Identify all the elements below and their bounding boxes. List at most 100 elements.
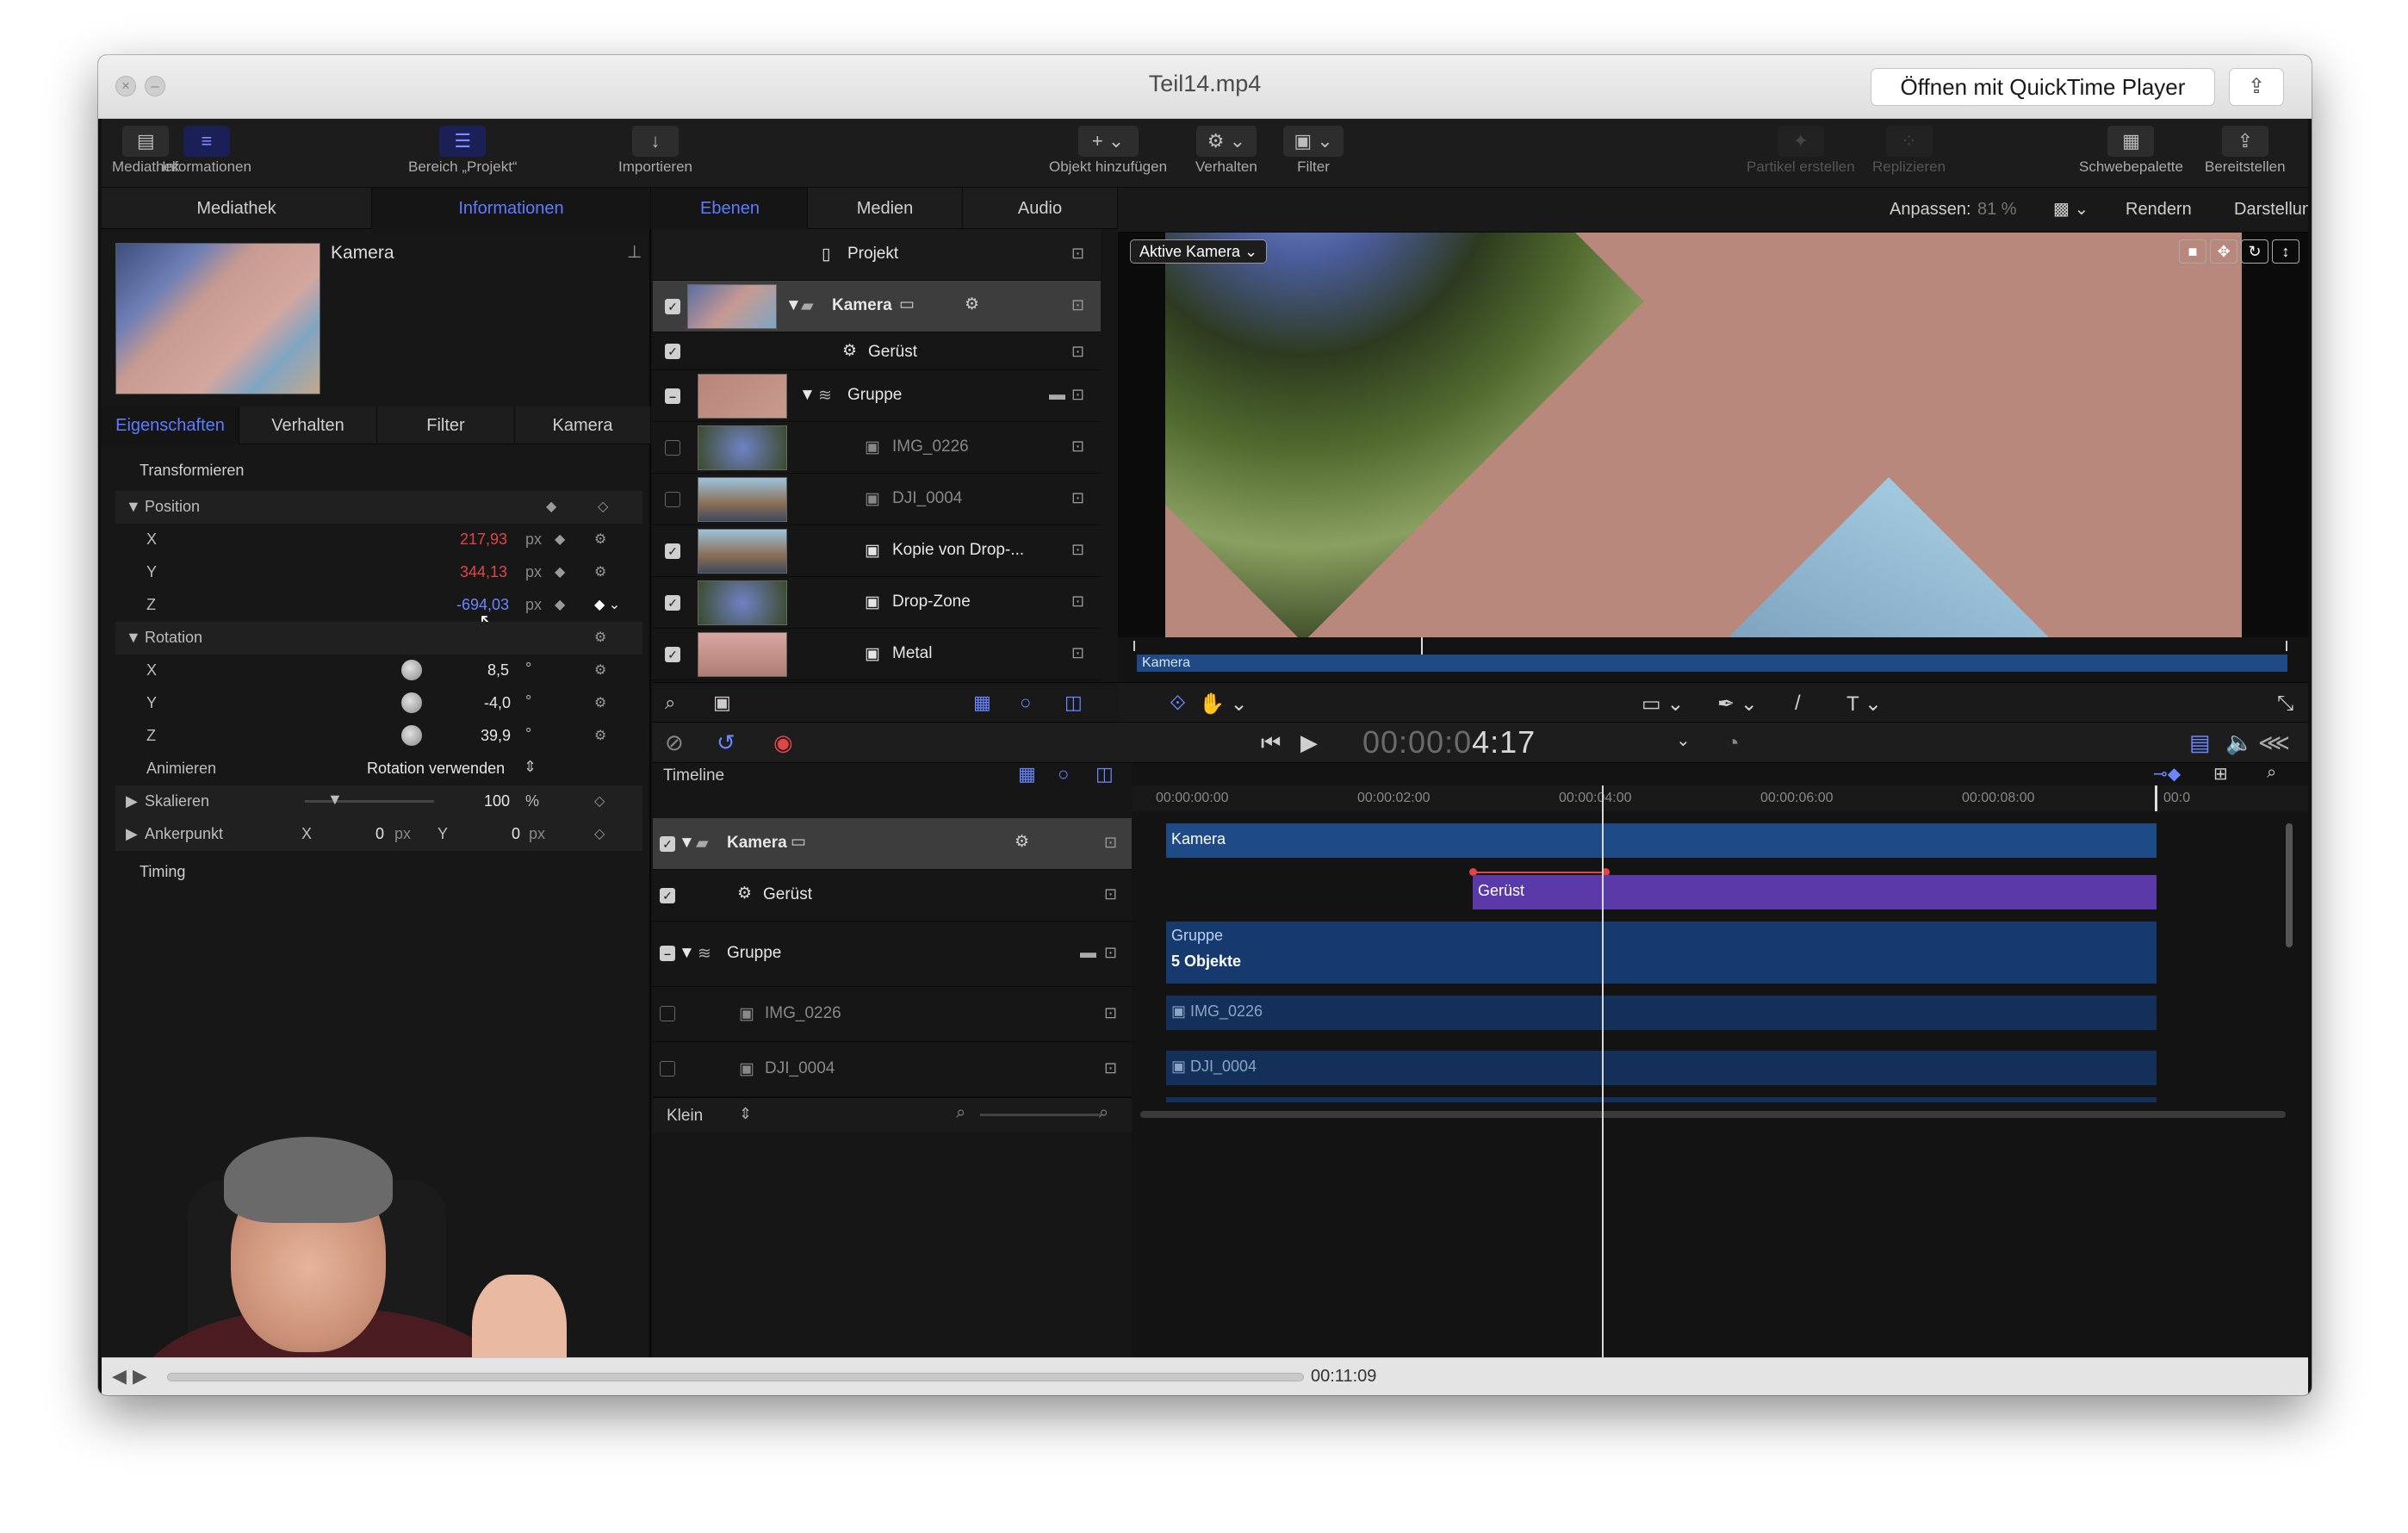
disclosure-open-icon[interactable]: ▼ — [785, 296, 802, 315]
hand-tool-icon[interactable]: ✋ ⌄ — [1199, 692, 1248, 717]
import-button[interactable]: ↓ Importieren — [618, 126, 692, 176]
disclosure-open-icon[interactable]: ▼ — [679, 944, 695, 963]
view-menu[interactable]: Darstellung — [2234, 200, 2308, 220]
snapping-icon[interactable]: ◔ — [1726, 729, 1740, 756]
vertical-scrollbar[interactable] — [2286, 823, 2293, 947]
rotation-dial[interactable] — [401, 725, 422, 746]
disclosure-open-icon[interactable]: ▼ — [126, 498, 141, 516]
inspector-toggle-button[interactable]: ≡ Informationen — [162, 126, 251, 176]
mini-playhead[interactable] — [1421, 637, 1423, 655]
reset-icon[interactable]: ◇ — [594, 825, 605, 842]
disclosure-closed-icon[interactable]: ▶ — [126, 825, 138, 843]
record-icon[interactable]: ◉ — [773, 729, 793, 756]
fullscreen-icon[interactable]: ⤡ — [2277, 692, 2293, 716]
rotation-dial[interactable] — [401, 660, 422, 680]
layer-enable-checkbox[interactable]: ✓ — [665, 299, 680, 314]
reset-icon[interactable]: ⚙ — [594, 563, 606, 580]
zoom-icon[interactable]: ⌕ — [2267, 763, 2276, 783]
reset-icon[interactable]: ⚙ — [594, 531, 606, 548]
lock-icon[interactable]: ⊡ — [1071, 541, 1084, 559]
make-particles-button[interactable]: ✦ Partikel erstellen — [1747, 126, 1855, 176]
volume-icon[interactable]: ◀ — [112, 1365, 127, 1387]
layer-enable-checkbox[interactable] — [660, 1061, 675, 1077]
reset-icon[interactable]: ◇ — [594, 792, 605, 810]
keyframe-icon[interactable]: ◆ — [555, 531, 565, 548]
timeline-playhead[interactable] — [1602, 785, 1604, 1357]
show-behaviors-icon[interactable]: ○ — [1020, 692, 1031, 714]
keyframe-nav-icon[interactable]: ◆ — [546, 498, 556, 515]
behaviors-button[interactable]: ⚙ ⌄ Verhalten — [1195, 126, 1257, 176]
tab-properties[interactable]: Eigenschaften — [102, 407, 239, 444]
mini-clip-kamera[interactable]: Kamera — [1137, 655, 2287, 672]
lock-icon[interactable]: ⊡ — [1071, 343, 1084, 361]
timecode-display[interactable]: 00:00:04:17 — [1362, 724, 1536, 760]
timeline-clip-dji0004[interactable]: ▣ DJI_0004 — [1166, 1051, 2157, 1085]
lock-icon[interactable]: ⊡ — [1071, 386, 1084, 404]
color-channels-icon[interactable]: ▩ ⌄ — [2053, 198, 2088, 220]
mute-icon[interactable]: ⊘ — [665, 729, 684, 756]
slider-thumb-icon[interactable]: ▼ — [327, 791, 343, 809]
lock-icon[interactable]: ⊡ — [1071, 296, 1084, 314]
layer-enable-checkbox[interactable]: ✓ — [665, 595, 680, 611]
hud-button[interactable]: ▦ Schwebepalette — [2079, 126, 2183, 176]
layer-enable-checkbox[interactable] — [660, 1006, 675, 1021]
rot-y-value[interactable]: -4,0 — [484, 694, 511, 712]
scale-slider-track[interactable] — [305, 800, 434, 803]
show-effects-icon[interactable]: ▦ — [1018, 763, 1036, 785]
timeline-layout-icon[interactable]: ▤ — [2189, 729, 2211, 756]
horizontal-scrollbar[interactable] — [1140, 1111, 2286, 1118]
position-row[interactable]: ▼ Position ◆ ◇ — [115, 491, 642, 524]
lock-icon[interactable]: ⊡ — [1071, 593, 1084, 611]
timeline-row-img0226[interactable]: ▣ IMG_0226 ⊡ — [653, 987, 1132, 1042]
pan-icon[interactable]: ✥ — [2210, 239, 2237, 264]
tab-audio[interactable]: Audio — [963, 188, 1118, 229]
layer-row-dji0004[interactable]: ▣ DJI_0004 ⊡ — [653, 474, 1101, 525]
layer-enable-checkbox[interactable]: ✓ — [660, 888, 675, 903]
zoom-slider[interactable] — [980, 1114, 1101, 1116]
show-behaviors-icon[interactable]: ○ — [1058, 763, 1069, 785]
layer-row-kamera[interactable]: ✓ ▼ ▰ Kamera ▭ ⚙ ⊡ — [653, 281, 1101, 332]
behavior-gear-icon[interactable]: ⚙ — [1015, 832, 1029, 852]
show-masks-icon[interactable]: ◫ — [1064, 692, 1083, 714]
pos-x-value[interactable]: 217,93 — [460, 531, 507, 549]
tab-behaviors[interactable]: Verhalten — [239, 407, 377, 444]
row-size-menu[interactable]: Klein — [667, 1107, 703, 1126]
reset-icon[interactable]: ⚙ — [594, 629, 606, 646]
reset-icon[interactable]: ⚙ — [594, 727, 606, 744]
timeline-clip-img0226[interactable]: ▣ IMG_0226 — [1166, 996, 2157, 1030]
add-object-button[interactable]: + ⌄ Objekt hinzufügen — [1049, 126, 1167, 176]
rot-z-value[interactable]: 39,9 — [481, 727, 511, 745]
lock-icon[interactable]: ⊡ — [1104, 1004, 1117, 1022]
bezier-tool-icon[interactable]: ✒ ⌄ — [1717, 692, 1758, 717]
layer-row-img0226[interactable]: ▣ IMG_0226 ⊡ — [653, 422, 1101, 474]
timeline-clip-partial[interactable] — [1166, 1097, 2157, 1102]
out-point-marker[interactable] — [2155, 785, 2157, 811]
lock-icon[interactable]: ⊡ — [1071, 438, 1084, 456]
dolly-icon[interactable]: ↕ — [2272, 239, 2299, 264]
layer-enable-checkbox[interactable]: ✓ — [660, 836, 675, 852]
project-pane-button[interactable]: ☰ Bereich „Projekt“ — [408, 126, 518, 176]
layer-enable-checkbox[interactable]: ✓ — [665, 344, 680, 359]
timeline-clip-geruest[interactable]: Gerüst — [1473, 875, 2157, 909]
playback-scrubber[interactable] — [167, 1373, 1304, 1381]
lock-icon[interactable]: ⊡ — [1104, 885, 1117, 903]
anchor-x-value[interactable]: 0 — [375, 825, 384, 843]
camera-view-icon[interactable]: ■ — [2179, 239, 2206, 264]
animate-popup[interactable]: Rotation verwenden — [367, 760, 505, 778]
pos-y-value[interactable]: 344,13 — [460, 563, 507, 581]
active-camera-menu[interactable]: Aktive Kamera ⌄ — [1130, 239, 1268, 264]
tab-filters[interactable]: Filter — [377, 407, 515, 444]
timeline-row-dji0004[interactable]: ▣ DJI_0004 ⊡ — [653, 1042, 1132, 1097]
zoom-out-icon[interactable]: ⌕ — [956, 1103, 965, 1123]
timeline-row-kamera[interactable]: ✓ ▼ ▰ Kamera ▭ ⚙ ⊡ — [653, 818, 1132, 870]
keyframe-nav-icon[interactable]: ⊸◆ — [2153, 763, 2181, 785]
play-icon[interactable]: ▶ — [133, 1365, 147, 1387]
disclosure-open-icon[interactable]: ▼ — [126, 629, 141, 647]
layer-row-dropzone[interactable]: ✓ ▣ Drop-Zone ⊡ — [653, 577, 1101, 629]
tab-library[interactable]: Mediathek — [102, 188, 372, 229]
disclosure-open-icon[interactable]: ▼ — [799, 386, 816, 405]
replicate-button[interactable]: ⁘ Replizieren — [1872, 126, 1946, 176]
zoom-value[interactable]: 81 % — [1977, 200, 2017, 220]
reset-icon[interactable]: ◇ — [598, 498, 608, 515]
add-keyframe-icon[interactable]: ◆ ⌄ — [594, 596, 620, 613]
